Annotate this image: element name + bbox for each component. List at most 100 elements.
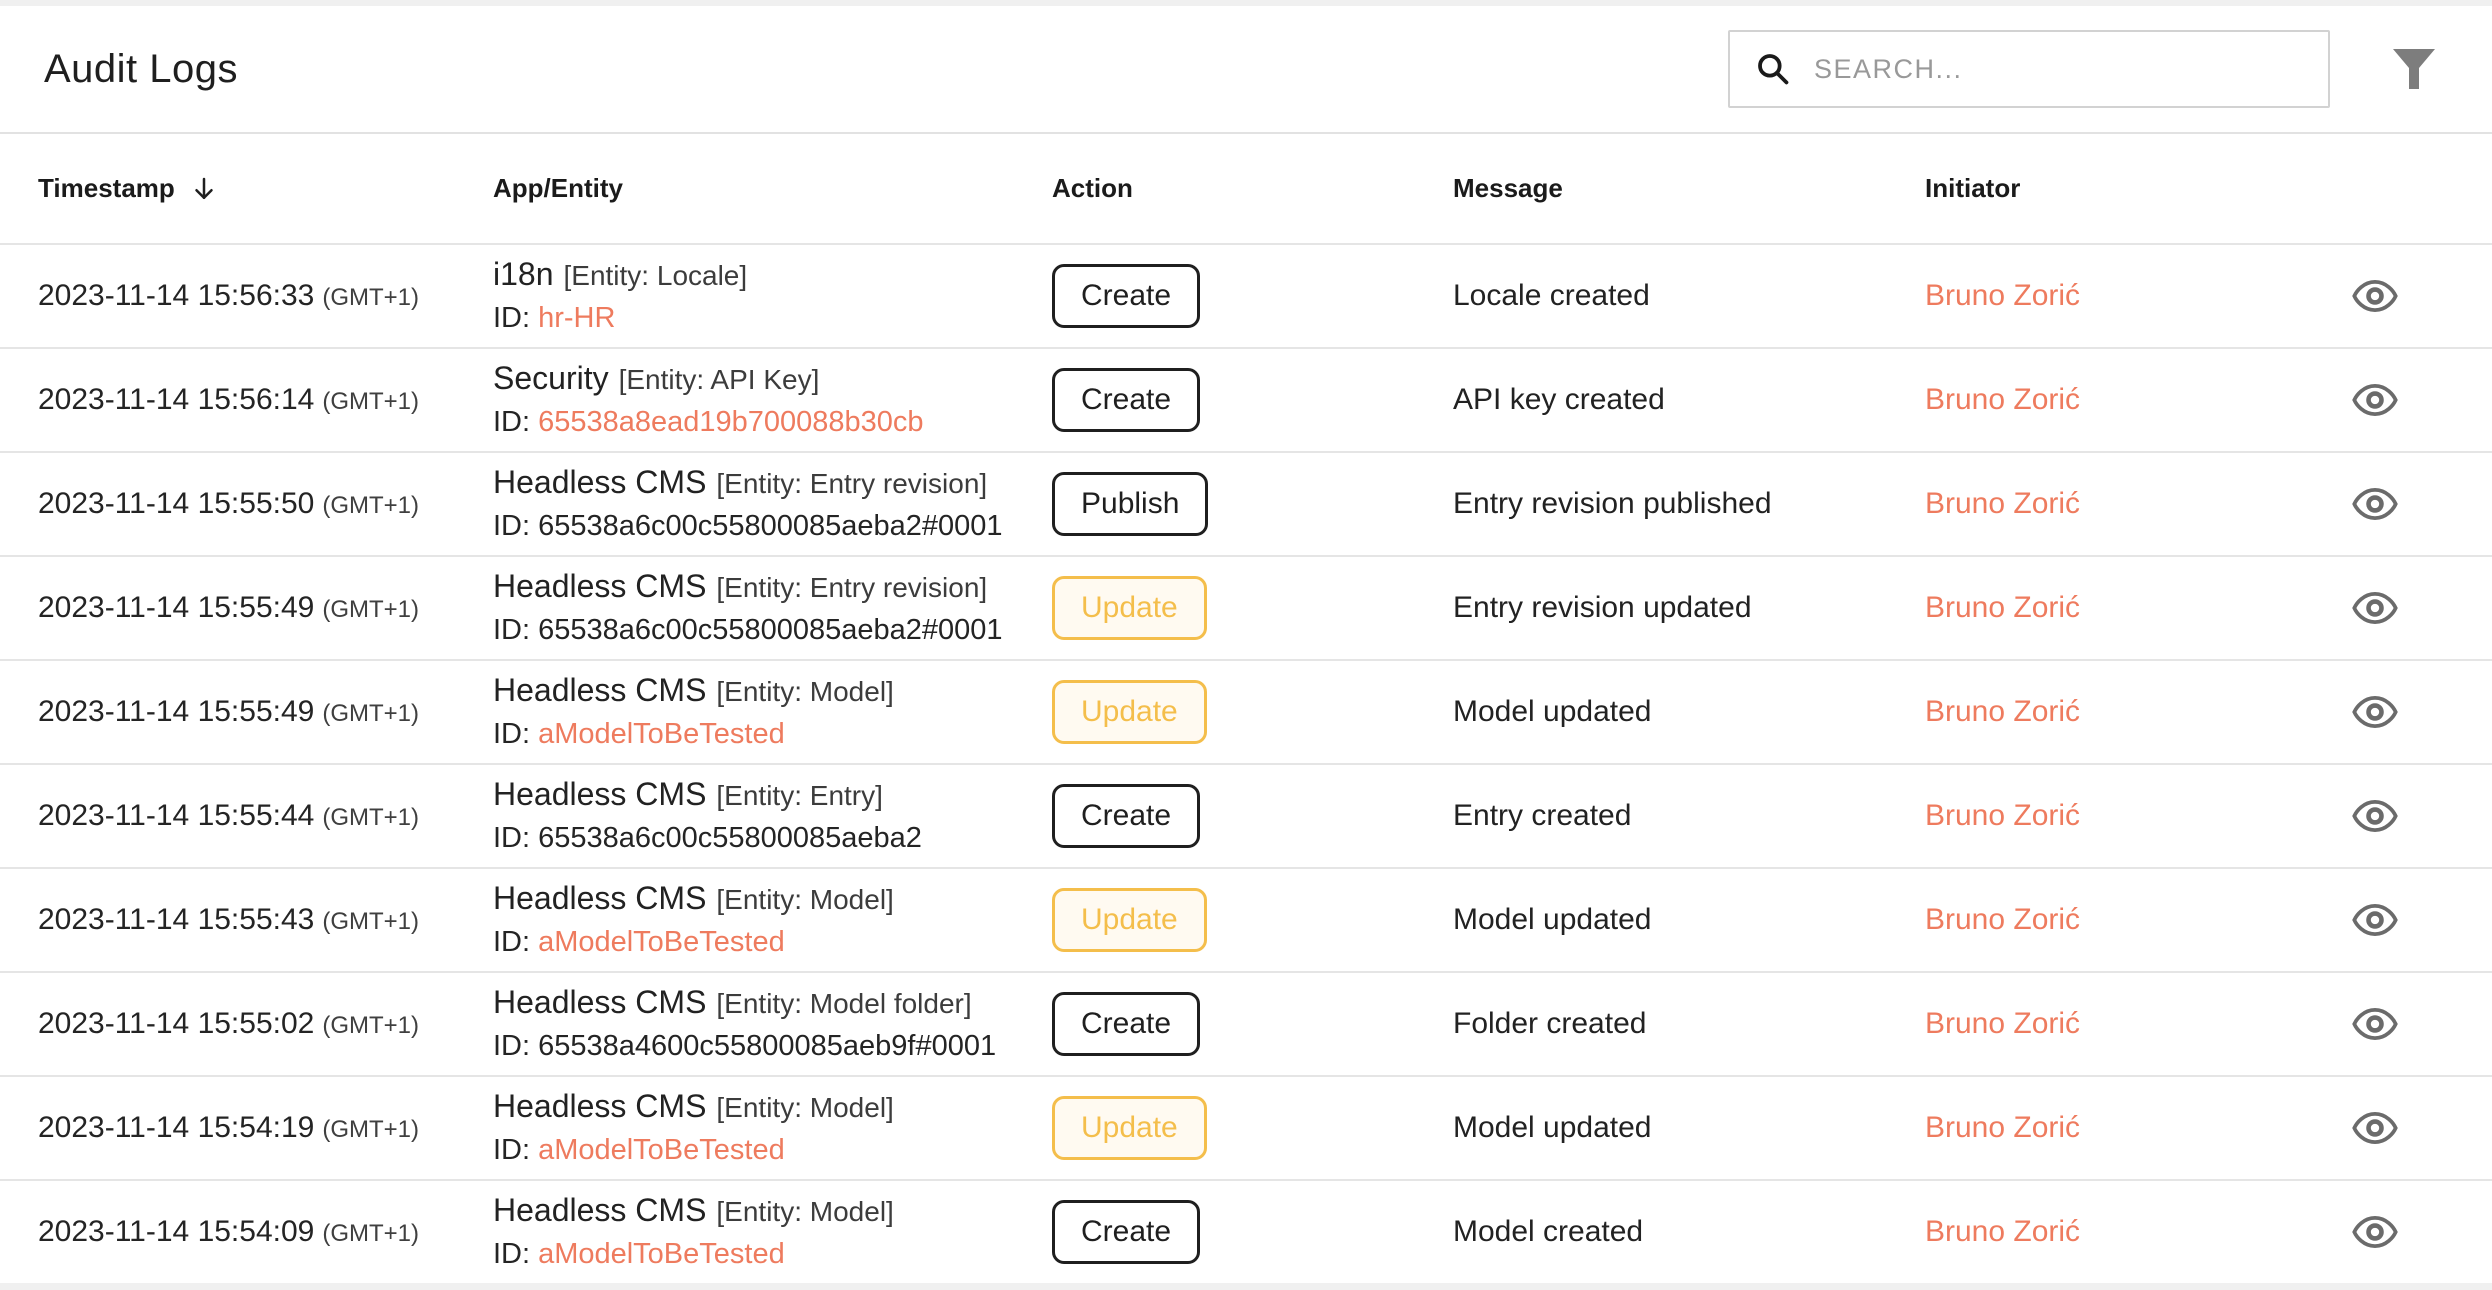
action-badge: Update [1052, 888, 1207, 952]
app-name: Security [493, 360, 609, 397]
message-text: Model updated [1453, 903, 1652, 936]
initiator-link[interactable]: Bruno Zorić [1925, 799, 2080, 832]
timestamp-cell: 2023-11-14 15:56:33 (GMT+1) [38, 279, 493, 313]
timestamp-value: 2023-11-14 15:55:49 [38, 695, 315, 728]
action-badge: Update [1052, 576, 1207, 640]
app-name: Headless CMS [493, 984, 707, 1021]
column-header-initiator: Initiator [1925, 173, 2352, 204]
message-text: Folder created [1453, 1007, 1647, 1040]
entity-type: [Entity: Locale] [563, 260, 748, 292]
entity-id-value[interactable]: aModelToBeTested [538, 1134, 785, 1166]
entity-type: [Entity: Entry revision] [716, 572, 988, 604]
entity-id-label: ID: [493, 718, 531, 751]
entity-id-value[interactable]: hr-HR [538, 302, 615, 334]
search-icon [1758, 54, 1789, 85]
table-row: 2023-11-14 15:56:33 (GMT+1) i18n [Entity: … [0, 243, 2492, 347]
entity-id-value[interactable]: 65538a8ead19b700088b30cb [538, 406, 923, 438]
initiator-cell: Bruno Zorić [1925, 799, 2352, 833]
initiator-cell: Bruno Zorić [1925, 591, 2352, 625]
timezone-label: (GMT+1) [322, 700, 420, 727]
action-badge: Create [1052, 1200, 1201, 1264]
action-badge: Publish [1052, 472, 1209, 536]
entity-id-label: ID: [493, 926, 531, 959]
table-header: Timestamp App/Entity Action Message Init… [0, 134, 2492, 243]
column-label-initiator: Initiator [1925, 173, 2021, 203]
view-details-button[interactable] [2352, 376, 2408, 424]
view-details-button[interactable] [2352, 896, 2408, 944]
table-row: 2023-11-14 15:55:02 (GMT+1) Headless CMS [… [0, 971, 2492, 1075]
message-text: Model updated [1453, 1111, 1652, 1144]
message-text: Model created [1453, 1215, 1644, 1248]
table-body: 2023-11-14 15:56:33 (GMT+1) i18n [Entity: … [0, 243, 2492, 1283]
view-details-button[interactable] [2352, 584, 2408, 632]
row-actions-cell [2352, 376, 2442, 424]
column-header-timestamp[interactable]: Timestamp [38, 173, 493, 204]
initiator-link[interactable]: Bruno Zorić [1925, 695, 2080, 728]
page-title: Audit Logs [44, 46, 239, 91]
table-row: 2023-11-14 15:54:19 (GMT+1) Headless CMS [… [0, 1075, 2492, 1179]
app-name: Headless CMS [493, 776, 707, 813]
entity-id-value[interactable]: 65538a6c00c55800085aeba2 [538, 822, 922, 854]
entity-id-value[interactable]: aModelToBeTested [538, 926, 785, 958]
timezone-label: (GMT+1) [322, 1220, 420, 1247]
initiator-cell: Bruno Zorić [1925, 1111, 2352, 1145]
row-actions-cell [2352, 896, 2442, 944]
app-entity-cell: Security [Entity: API Key] ID: 65538a8ead1… [493, 360, 1052, 438]
table-row: 2023-11-14 15:55:44 (GMT+1) Headless CMS [… [0, 763, 2492, 867]
eye-icon [2352, 384, 2398, 416]
message-text: Entry created [1453, 799, 1632, 832]
timezone-label: (GMT+1) [322, 804, 420, 831]
timestamp-cell: 2023-11-14 15:56:14 (GMT+1) [38, 383, 493, 417]
initiator-link[interactable]: Bruno Zorić [1925, 487, 2080, 520]
entity-id-value[interactable]: 65538a4600c55800085aeb9f#0001 [538, 1030, 996, 1062]
action-badge: Update [1052, 1096, 1207, 1160]
view-details-button[interactable] [2352, 1000, 2408, 1048]
search-input[interactable] [1814, 53, 2308, 85]
entity-id-value[interactable]: aModelToBeTested [538, 1238, 785, 1270]
table-row: 2023-11-14 15:55:49 (GMT+1) Headless CMS [… [0, 555, 2492, 659]
initiator-link[interactable]: Bruno Zorić [1925, 591, 2080, 624]
view-details-button[interactable] [2352, 1208, 2408, 1256]
entity-type: [Entity: Model] [716, 884, 894, 916]
view-details-button[interactable] [2352, 1104, 2408, 1152]
entity-id-label: ID: [493, 1030, 531, 1063]
column-label-action: Action [1052, 173, 1133, 203]
initiator-cell: Bruno Zorić [1925, 695, 2352, 729]
view-details-button[interactable] [2352, 688, 2408, 736]
filter-button[interactable] [2388, 43, 2440, 95]
entity-id-value[interactable]: 65538a6c00c55800085aeba2#0001 [538, 614, 1002, 646]
initiator-link[interactable]: Bruno Zorić [1925, 383, 2080, 416]
view-details-button[interactable] [2352, 480, 2408, 528]
action-cell: Publish [1052, 472, 1453, 536]
initiator-link[interactable]: Bruno Zorić [1925, 279, 2080, 312]
timestamp-value: 2023-11-14 15:54:19 [38, 1111, 315, 1144]
app-entity-cell: Headless CMS [Entity: Model] ID: aModelToB… [493, 882, 1052, 959]
row-actions-cell [2352, 272, 2442, 320]
timestamp-value: 2023-11-14 15:55:50 [38, 487, 315, 520]
timezone-label: (GMT+1) [322, 1012, 420, 1039]
timezone-label: (GMT+1) [322, 596, 420, 623]
timestamp-value: 2023-11-14 15:55:44 [38, 799, 315, 832]
message-text: Entry revision published [1453, 487, 1772, 520]
app-name: Headless CMS [493, 672, 707, 709]
initiator-link[interactable]: Bruno Zorić [1925, 903, 2080, 936]
entity-id-value[interactable]: 65538a6c00c55800085aeba2#0001 [538, 510, 1002, 542]
timestamp-cell: 2023-11-14 15:55:43 (GMT+1) [38, 903, 493, 937]
column-label-timestamp: Timestamp [38, 173, 175, 203]
view-details-button[interactable] [2352, 792, 2408, 840]
initiator-link[interactable]: Bruno Zorić [1925, 1007, 2080, 1040]
app-name: Headless CMS [493, 1088, 707, 1125]
app-entity-cell: Headless CMS [Entity: Entry revision] ID:… [493, 466, 1052, 542]
view-details-button[interactable] [2352, 272, 2408, 320]
timestamp-value: 2023-11-14 15:54:09 [38, 1215, 315, 1248]
eye-icon [2352, 1008, 2398, 1040]
initiator-link[interactable]: Bruno Zorić [1925, 1111, 2080, 1144]
table-row: 2023-11-14 15:55:50 (GMT+1) Headless CMS [… [0, 451, 2492, 555]
initiator-link[interactable]: Bruno Zorić [1925, 1215, 2080, 1248]
entity-id-value[interactable]: aModelToBeTested [538, 718, 785, 750]
timezone-label: (GMT+1) [322, 1116, 420, 1143]
entity-id-label: ID: [493, 1238, 531, 1271]
action-badge: Create [1052, 784, 1201, 848]
timestamp-cell: 2023-11-14 15:55:44 (GMT+1) [38, 799, 493, 833]
entity-id-label: ID: [493, 1134, 531, 1167]
